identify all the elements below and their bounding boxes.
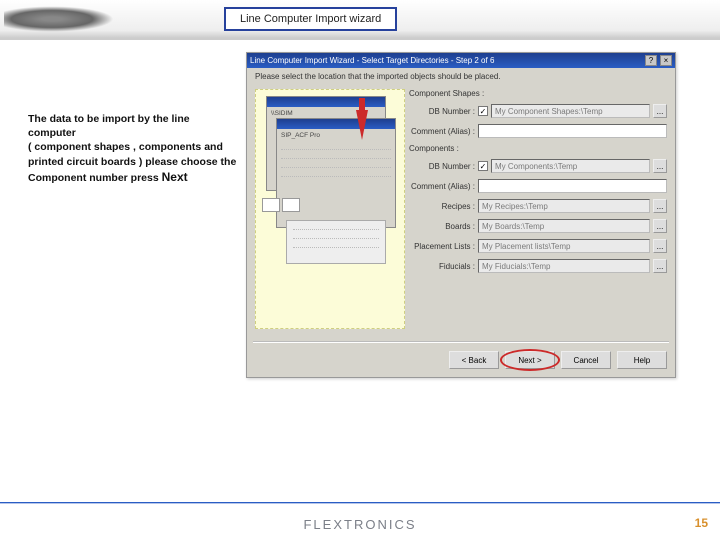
wizard-help-button[interactable]: ? bbox=[645, 55, 657, 66]
wizard-title: Line Computer Import Wizard - Select Tar… bbox=[250, 56, 642, 65]
comp-db-browse[interactable]: ... bbox=[653, 159, 667, 173]
red-arrow-icon bbox=[356, 110, 368, 140]
boards-field[interactable]: My Boards:\Temp bbox=[478, 219, 650, 233]
wizard-close-button[interactable]: × bbox=[660, 55, 672, 66]
boards-browse[interactable]: ... bbox=[653, 219, 667, 233]
shapes-comment-label: Comment (Alias) : bbox=[409, 127, 475, 136]
next-button[interactable]: Next > bbox=[505, 351, 555, 369]
footer-brand: FLEXTRONICS bbox=[0, 517, 720, 532]
shapes-db-field[interactable]: My Component Shapes:\Temp bbox=[491, 104, 650, 118]
help-button[interactable]: Help bbox=[617, 351, 667, 369]
header-device-graphic bbox=[4, 4, 124, 34]
instruction-next-word: Next bbox=[162, 170, 188, 184]
page-number: 15 bbox=[695, 516, 708, 530]
back-button[interactable]: < Back bbox=[449, 351, 499, 369]
shapes-db-checkbox[interactable]: ✓ bbox=[478, 106, 488, 116]
slide-title: Line Computer Import wizard bbox=[224, 7, 397, 31]
section-shapes-label: Component Shapes : bbox=[409, 89, 667, 98]
comp-comment-label: Comment (Alias) : bbox=[409, 182, 475, 191]
comp-db-label: DB Number : bbox=[409, 162, 475, 171]
wizard-window: Line Computer Import Wizard - Select Tar… bbox=[246, 52, 676, 378]
recipes-label: Recipes : bbox=[409, 202, 475, 211]
recipes-browse[interactable]: ... bbox=[653, 199, 667, 213]
boards-label: Boards : bbox=[409, 222, 475, 231]
shapes-db-browse[interactable]: ... bbox=[653, 104, 667, 118]
cancel-button[interactable]: Cancel bbox=[561, 351, 611, 369]
wizard-preview-panel: \\SIDIM SIP_ACF Pro bbox=[255, 89, 405, 329]
comp-db-field[interactable]: My Components:\Temp bbox=[491, 159, 650, 173]
wizard-form: Component Shapes : DB Number : ✓ My Comp… bbox=[409, 89, 667, 329]
preview-tree-item: SIP_ACF Pro bbox=[281, 132, 391, 139]
instruction-text: The data to be import by the line comput… bbox=[28, 52, 238, 378]
shapes-db-label: DB Number : bbox=[409, 107, 475, 116]
fiducials-field[interactable]: My Fiducials:\Temp bbox=[478, 259, 650, 273]
recipes-field[interactable]: My Recipes:\Temp bbox=[478, 199, 650, 213]
placement-label: Placement Lists : bbox=[409, 242, 475, 251]
shapes-comment-field[interactable] bbox=[478, 124, 667, 138]
section-components-label: Components : bbox=[409, 144, 667, 153]
placement-browse[interactable]: ... bbox=[653, 239, 667, 253]
wizard-header-prompt: Please select the location that the impo… bbox=[247, 68, 675, 85]
fiducials-browse[interactable]: ... bbox=[653, 259, 667, 273]
comp-comment-field[interactable] bbox=[478, 179, 667, 193]
fiducials-label: Fiducials : bbox=[409, 262, 475, 271]
placement-field[interactable]: My Placement lists\Temp bbox=[478, 239, 650, 253]
comp-db-checkbox[interactable]: ✓ bbox=[478, 161, 488, 171]
